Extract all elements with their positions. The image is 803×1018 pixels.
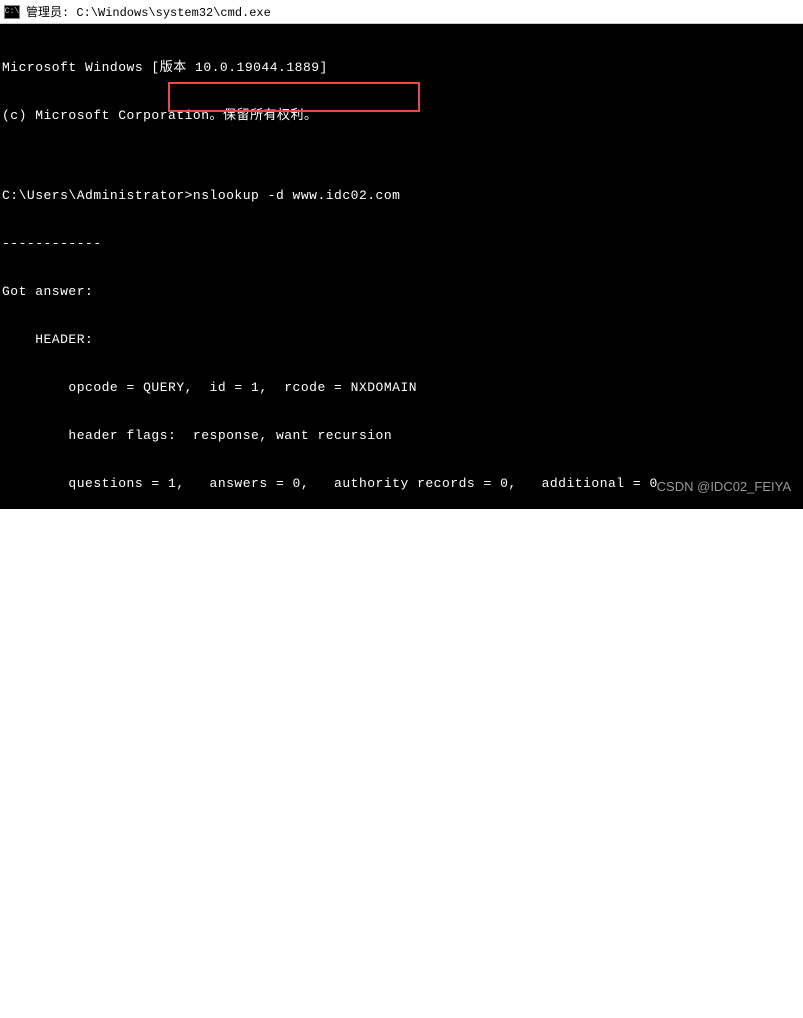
terminal-line: Microsoft Windows [版本 10.0.19044.1889] [2,60,801,76]
terminal-line: Got answer: [2,908,801,924]
window-title: 管理员: C:\Windows\system32\cmd.exe [26,3,271,20]
terminal-line: HEADER: [2,332,801,348]
terminal-output[interactable]: Microsoft Windows [版本 10.0.19044.1889] (… [0,24,803,509]
terminal-line: opcode = QUERY, id = 1, rcode = NXDOMAIN [2,380,801,396]
terminal-line: 服务器: UnKnown [2,732,801,748]
terminal-line: ------------ [2,236,801,252]
terminal-line: QUESTIONS: [2,556,801,572]
terminal-line: Address: 192.168.101.1 [2,780,801,796]
terminal-line: HEADER: [2,956,801,972]
cmd-icon: C:\ [4,5,20,19]
terminal-line: ------------ [2,684,801,700]
window-titlebar: C:\ 管理员: C:\Windows\system32\cmd.exe [0,0,803,24]
terminal-line: header flags: response, want recursion [2,428,801,444]
terminal-line: (c) Microsoft Corporation。保留所有权利。 [2,108,801,124]
watermark-text: CSDN @IDC02_FEIYA [657,479,791,495]
terminal-line: opcode = QUERY, id = 2, rcode = NXDOMAIN [2,1004,801,1018]
terminal-line: Got answer: [2,284,801,300]
terminal-line: 1.101.168.192.in-addr.arpa, type = PTR, … [2,604,801,620]
command-prompt-line[interactable]: C:\Users\Administrator>nslookup -d www.i… [2,188,801,204]
terminal-line: ------------ [2,860,801,876]
